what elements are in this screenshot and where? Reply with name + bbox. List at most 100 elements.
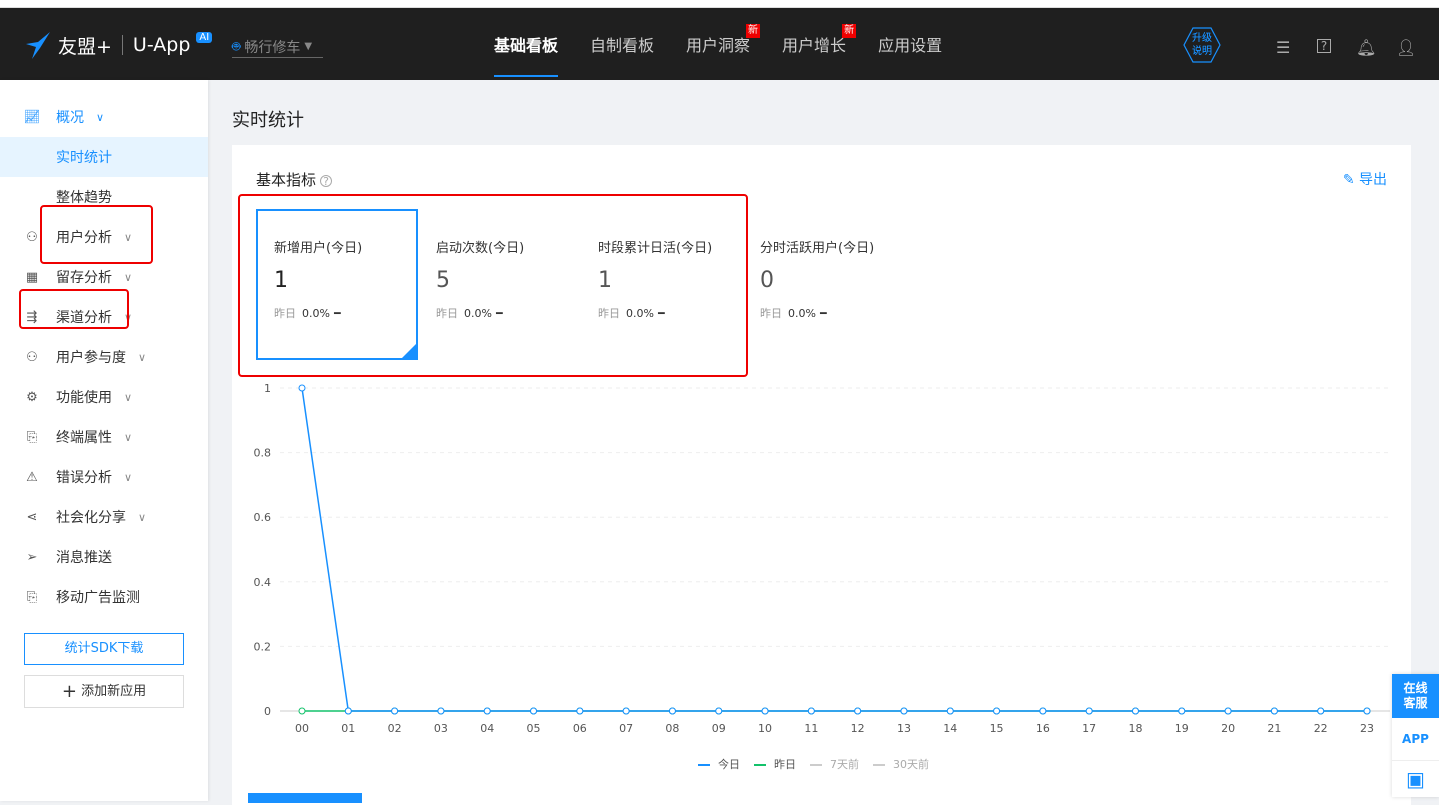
brand-name: 友盟+ <box>58 35 112 58</box>
sidebar-label: 留存分析 <box>56 270 112 286</box>
data-point <box>761 707 769 715</box>
metric-new-users[interactable]: 新增用户(今日) 1 昨日 0.0% ━ <box>256 209 418 360</box>
chevron-down-icon: ∨ <box>124 430 133 444</box>
bell-icon[interactable]: 🔔︎ <box>1356 38 1376 57</box>
legend-7days[interactable]: 7天前 <box>810 756 859 772</box>
metric-cumulative-dau[interactable]: 时段累计日活(今日) 1 昨日 0.0% ━ <box>580 209 742 360</box>
chevron-down-icon: ∨ <box>124 270 133 284</box>
data-point <box>391 707 399 715</box>
x-tick-label: 21 <box>1267 722 1281 735</box>
sidebar-item-engagement[interactable]: ⚇ 用户参与度 ∨ <box>0 337 208 377</box>
sidebar-label: 用户分析 <box>56 230 112 246</box>
metric-label: 分时活跃用户(今日) <box>760 241 875 256</box>
sidebar-item-user-analysis[interactable]: ⚇ 用户分析 ∨ <box>0 217 208 257</box>
x-tick-label: 15 <box>990 722 1004 735</box>
user-analysis-icon: ⚇ <box>26 229 38 245</box>
x-tick-label: 07 <box>619 722 633 735</box>
sidebar-item-device[interactable]: ⎘ 终端属性 ∨ <box>0 417 208 457</box>
sidebar-item-social-share[interactable]: ⋖ 社会化分享 ∨ <box>0 497 208 537</box>
list-icon[interactable]: ☰ <box>1276 38 1290 57</box>
data-point <box>298 707 306 715</box>
nav-tab-user-growth[interactable]: 用户增长新 <box>782 8 857 80</box>
plus-icon: + <box>61 681 77 702</box>
legend-label: 今日 <box>718 758 740 771</box>
browser-strip <box>0 0 1439 8</box>
legend-swatch <box>873 764 885 766</box>
sidebar-label: 移动广告监测 <box>56 590 140 606</box>
card-title: 基本指标? <box>256 169 333 190</box>
compare-label: 昨日 <box>274 307 296 320</box>
android-icon: 🤖︎ <box>232 38 241 55</box>
sidebar: 📈︎ 概况 ∨ 实时统计 整体趋势 ⚇ 用户分析 ∨ ▦ 留存分析 ∨ ⇶ 渠道分析 ∨ ⚇ 用户… <box>0 80 208 801</box>
data-point <box>993 707 1001 715</box>
compare-value: 0.0% <box>788 307 816 320</box>
chevron-down-icon: ∨ <box>138 510 147 524</box>
share-icon: ⋖ <box>26 509 38 525</box>
upgrade-label-line1: 升级 <box>1192 33 1212 44</box>
sidebar-item-channel[interactable]: ⇶ 渠道分析 ∨ <box>0 297 208 337</box>
compare-value: 0.0% <box>626 307 654 320</box>
sdk-download-button[interactable]: 统计SDK下载 <box>24 633 184 665</box>
legend-label: 30天前 <box>893 758 929 771</box>
sidebar-label: 消息推送 <box>56 550 112 566</box>
nav-tab-user-insight[interactable]: 用户洞察新 <box>686 8 761 80</box>
legend-30days[interactable]: 30天前 <box>873 756 929 772</box>
sidebar-label: 终端属性 <box>56 430 112 446</box>
nav-label: 应用设置 <box>878 36 943 55</box>
sidebar-label: 实时统计 <box>56 150 112 166</box>
x-tick-label: 17 <box>1082 722 1096 735</box>
x-tick-label: 18 <box>1128 722 1142 735</box>
dash-icon: ━ <box>819 307 827 320</box>
legend-today[interactable]: 今日 <box>698 756 740 772</box>
metric-hourly-active[interactable]: 分时活跃用户(今日) 0 昨日 0.0% ━ <box>742 209 904 360</box>
dash-icon: ━ <box>333 307 341 320</box>
data-point <box>437 707 445 715</box>
x-tick-label: 13 <box>897 722 911 735</box>
sidebar-item-overview[interactable]: 📈︎ 概况 ∨ <box>0 97 208 137</box>
data-point <box>576 707 584 715</box>
sidebar-item-retention[interactable]: ▦ 留存分析 ∨ <box>0 257 208 297</box>
y-tick-label: 0.2 <box>254 640 272 653</box>
nav-label: 自制看板 <box>590 36 655 55</box>
help-icon[interactable]: ? <box>1317 39 1331 53</box>
upgrade-info-button[interactable]: 升级说明 升级 说明 <box>1183 26 1221 64</box>
metric-value: 1 <box>274 268 288 293</box>
x-tick-label: 12 <box>851 722 865 735</box>
compare-label: 昨日 <box>598 307 620 320</box>
online-service-button[interactable]: 在线 客服 <box>1392 674 1439 718</box>
sidebar-item-push[interactable]: ➢ 消息推送 <box>0 537 208 577</box>
action-button[interactable] <box>248 793 362 803</box>
logo[interactable]: 友盟+ U-App AI <box>24 30 213 60</box>
app-selector[interactable]: 🤖︎ 畅行修车 ▼ <box>232 36 323 58</box>
chevron-down-icon: ∨ <box>124 470 133 484</box>
metric-launches[interactable]: 启动次数(今日) 5 昨日 0.0% ━ <box>418 209 580 360</box>
data-point <box>1131 707 1139 715</box>
data-point <box>1178 707 1186 715</box>
metric-label: 启动次数(今日) <box>436 241 525 256</box>
x-tick-label: 22 <box>1314 722 1328 735</box>
sidebar-label: 用户参与度 <box>56 350 126 366</box>
gear-icon: ⚙ <box>26 389 38 405</box>
metric-label: 时段累计日活(今日) <box>598 241 713 256</box>
sidebar-item-realtime[interactable]: 实时统计 <box>0 137 208 177</box>
qrcode-icon[interactable]: ▣ <box>1392 761 1439 797</box>
nav-tab-custom-board[interactable]: 自制看板 <box>590 8 654 80</box>
data-point <box>1039 707 1047 715</box>
sidebar-item-ad-monitor[interactable]: ⎘ 移动广告监测 <box>0 577 208 617</box>
data-point <box>1270 707 1278 715</box>
nav-tab-basic-board[interactable]: 基础看板 <box>494 8 559 77</box>
sidebar-item-feature-usage[interactable]: ⚙ 功能使用 ∨ <box>0 377 208 417</box>
x-tick-label: 23 <box>1360 722 1374 735</box>
user-icon[interactable]: 👤︎ <box>1396 38 1416 57</box>
app-button[interactable]: APP <box>1392 718 1439 761</box>
help-icon[interactable]: ? <box>320 175 333 187</box>
nav-tab-app-settings[interactable]: 应用设置 <box>878 8 942 80</box>
sidebar-item-trend[interactable]: 整体趋势 <box>0 177 208 217</box>
data-point <box>900 707 908 715</box>
add-app-label: 添加新应用 <box>81 684 147 699</box>
add-app-button[interactable]: + 添加新应用 <box>24 675 184 708</box>
export-button[interactable]: ✎ 导出 <box>1343 169 1387 189</box>
sidebar-item-errors[interactable]: ⚠ 错误分析 ∨ <box>0 457 208 497</box>
legend-yesterday[interactable]: 昨日 <box>754 756 796 772</box>
data-point <box>344 707 352 715</box>
